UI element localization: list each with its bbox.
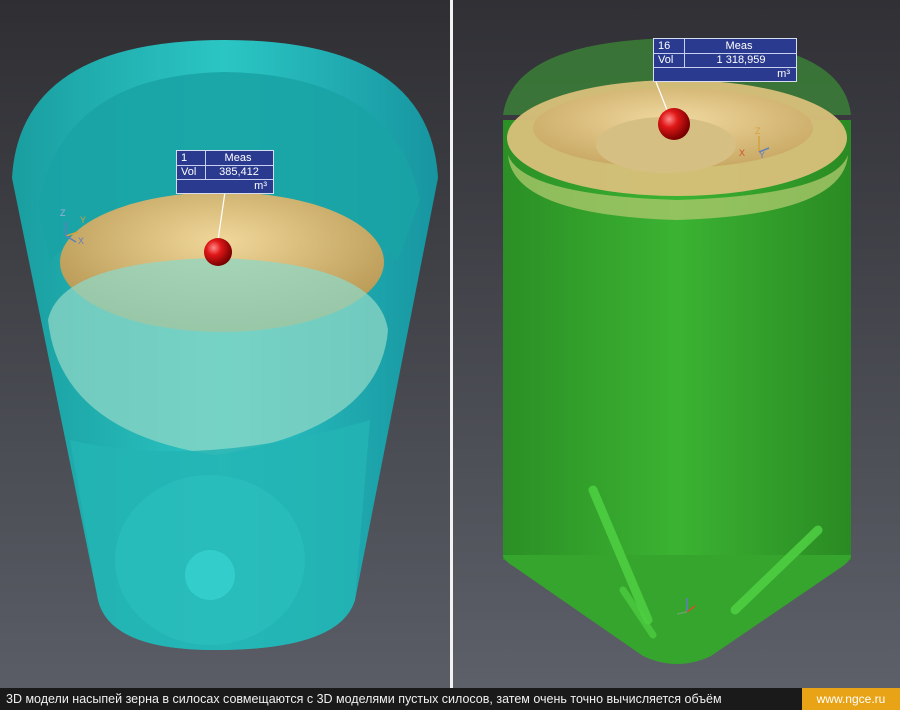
measure-label: Vol: [179, 165, 206, 179]
measure-marker-right: [658, 108, 690, 140]
green-silo-render: [453, 0, 900, 688]
axis-y-label-left: Y: [80, 215, 87, 225]
axis-z-label-left: Z: [60, 208, 66, 218]
axis-x-label-right: X: [739, 148, 746, 158]
image-frame: Z Y X 1 Meas Vol 385,412 m³ Z X Y 16 Mea…: [0, 0, 900, 710]
volume-value: 1 318,959: [716, 54, 766, 66]
measure-label: Vol: [656, 53, 685, 67]
caption-bar: 3D модели насыпей зерна в силосах совмещ…: [0, 688, 900, 710]
right-scan-panel: Z X Y 16 Meas Vol 1 318,959 m³: [453, 0, 900, 688]
cyan-silo-render: [0, 0, 450, 688]
measure-index: 16: [656, 39, 685, 53]
measure-header: Meas: [224, 152, 252, 164]
volume-readout-left: 1 Meas Vol 385,412 m³: [176, 150, 274, 194]
measure-index: 1: [179, 151, 206, 165]
measure-marker-left: [204, 238, 232, 266]
image-caption: 3D модели насыпей зерна в силосах совмещ…: [6, 692, 722, 706]
website-link[interactable]: www.ngce.ru: [802, 688, 900, 710]
volume-unit: m³: [254, 180, 267, 192]
left-scan-panel: Z Y X 1 Meas Vol 385,412 m³: [0, 0, 450, 688]
volume-readout-right: 16 Meas Vol 1 318,959 m³: [653, 38, 797, 82]
axis-x-label-left: X: [78, 236, 85, 246]
measure-header: Meas: [725, 40, 753, 52]
volume-unit: m³: [777, 68, 790, 80]
axis-z-label-right: Z: [755, 126, 761, 136]
volume-value: 385,412: [219, 166, 259, 178]
axis-y-label-right: Y: [759, 150, 766, 160]
